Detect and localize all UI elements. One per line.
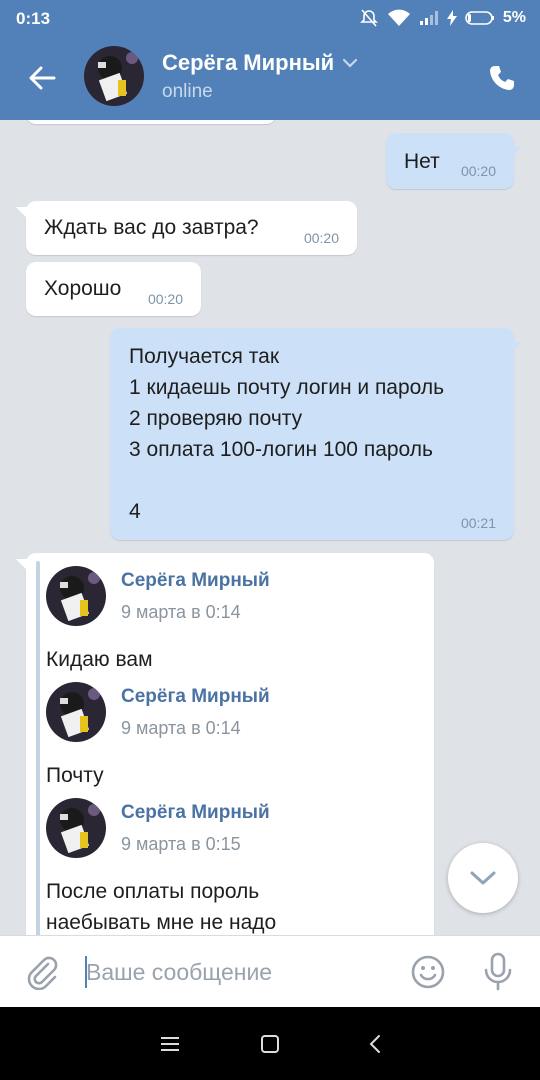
forwarded-text: Почту [46,764,104,787]
smiley-icon [411,955,445,989]
chevron-down-icon [343,58,358,68]
microphone-icon [484,952,512,991]
forwarded-text: После оплаты пороль наебывать мне не над… [46,880,277,934]
contact-name[interactable]: Серёга Мирный [162,50,358,76]
back-nav-button[interactable] [362,1031,388,1057]
home-nav-button[interactable] [257,1031,283,1057]
signal-icon [419,11,438,25]
message-bubble-partial [26,120,276,124]
forward-indicator-line [36,561,40,935]
avatar[interactable] [46,798,106,858]
bubble-tail [508,147,522,161]
message-text: Нет [404,150,440,173]
message-time: 00:21 [460,515,496,531]
message-time: 00:20 [147,291,183,307]
attach-button[interactable] [24,954,60,991]
call-button[interactable] [484,60,520,96]
chevron-left-icon [369,1035,380,1053]
status-icons: 5% [359,8,526,28]
message-bubble-outgoing[interactable]: Нет 00:20 [386,133,522,189]
scroll-down-button[interactable] [448,843,518,913]
message-composer [0,935,540,1007]
voice-message-button[interactable] [480,952,516,992]
forwarded-text: Кидаю вам [46,648,153,671]
forwarded-date: 9 марта в 0:14 [121,718,241,738]
forwarded-author[interactable]: Серёга Мирный [121,570,270,592]
system-navigation-bar [0,1007,540,1080]
forwarded-messages[interactable]: Серёга Мирный 9 марта в 0:14 Кидаю вам С… [16,553,434,935]
forwarded-date: 9 марта в 0:15 [121,834,241,854]
contact-name-label: Серёга Мирный [162,50,335,75]
message-bubble-incoming[interactable]: Хорошо 00:20 [26,262,201,316]
message-text: Хорошо [44,277,122,300]
message-list[interactable]: Нет 00:20 Ждать вас до завтра? 00:20 Хор… [0,120,540,935]
chevron-down-icon [470,871,496,885]
avatar[interactable] [84,46,144,106]
emoji-button[interactable] [410,954,446,990]
contact-status: online [162,81,213,102]
forwarded-author[interactable]: Серёга Мирный [121,802,270,824]
forwarded-author[interactable]: Серёга Мирный [121,686,270,708]
status-bar: 0:13 5% [0,0,540,36]
avatar[interactable] [46,566,106,626]
mute-icon [359,9,378,27]
back-button[interactable] [22,60,62,96]
avatar[interactable] [46,682,106,742]
hamburger-icon [161,1037,179,1051]
battery-icon [465,11,494,25]
battery-percent: 5% [502,9,526,26]
message-input[interactable] [86,950,386,994]
charging-icon [446,10,457,26]
menu-nav-button[interactable] [157,1031,183,1057]
bubble-tail [16,559,30,573]
forwarded-date: 9 марта в 0:14 [121,602,241,622]
bubble-tail [16,207,30,221]
paperclip-icon [27,956,58,991]
message-time: 00:20 [460,163,496,179]
message-time: 00:20 [303,230,339,246]
square-icon [261,1035,279,1053]
message-text: Ждать вас до завтра? [44,216,259,239]
chat-header: Серёга Мирный online [0,36,540,120]
message-text: Получается так 1 кидаешь почту логин и п… [129,345,445,523]
bubble-tail [508,342,522,356]
phone-icon [490,66,514,90]
message-bubble-incoming[interactable]: Ждать вас до завтра? 00:20 [16,201,357,255]
arrow-left-icon [29,66,56,90]
status-time: 0:13 [16,9,51,28]
wifi-icon [387,9,410,26]
message-bubble-outgoing[interactable]: Получается так 1 кидаешь почту логин и п… [110,328,522,540]
